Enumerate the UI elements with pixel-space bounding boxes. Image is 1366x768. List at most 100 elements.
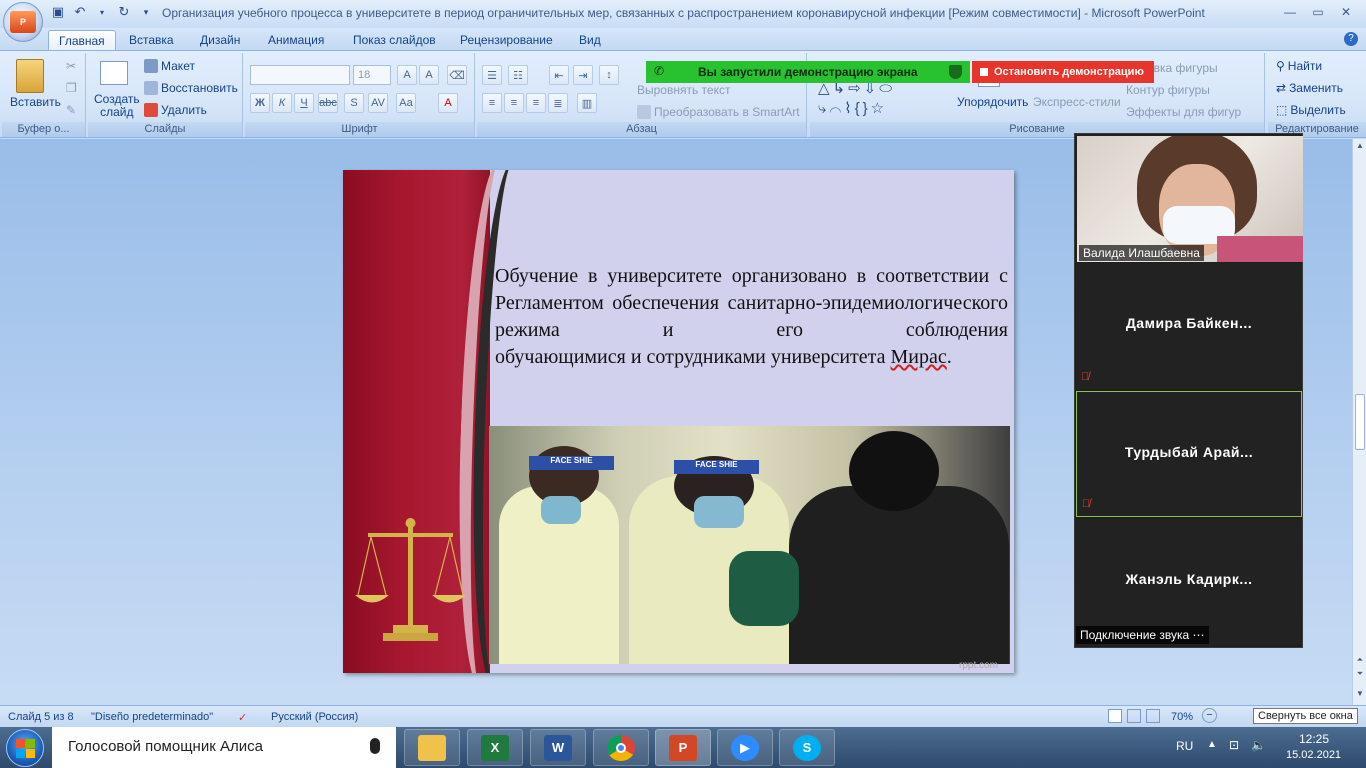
underline-icon[interactable]: Ч: [294, 93, 314, 113]
slide-photo[interactable]: FACE SHIE FACE SHIE: [489, 426, 1010, 664]
maximize-icon[interactable]: ▭: [1304, 3, 1332, 21]
line-spacing-icon[interactable]: ↕: [599, 65, 619, 85]
reset-button[interactable]: Восстановить: [144, 81, 238, 95]
replace-button[interactable]: ⇄ Заменить: [1276, 81, 1343, 95]
format-painter-icon[interactable]: ✎: [66, 103, 76, 117]
shape-effects-button[interactable]: Эффекты для фигур: [1126, 105, 1241, 119]
bold-icon[interactable]: Ж: [250, 93, 270, 113]
select-button[interactable]: ⬚ Выделить: [1276, 103, 1346, 117]
justify-icon[interactable]: ≣: [548, 93, 568, 113]
tab-slideshow[interactable]: Показ слайдов: [343, 30, 446, 50]
participant-tile-active[interactable]: Турдыбай Арай... 🎙̸: [1076, 391, 1302, 517]
dropdown-icon[interactable]: ▾: [94, 4, 110, 20]
char-spacing-icon[interactable]: AV: [368, 93, 388, 113]
minimize-icon[interactable]: —: [1276, 3, 1304, 21]
taskbar-skype[interactable]: S: [779, 729, 835, 766]
cut-icon[interactable]: ✂: [66, 59, 76, 73]
network-icon[interactable]: ⊡: [1229, 738, 1239, 752]
zoom-out-icon[interactable]: −: [1202, 708, 1217, 723]
find-button[interactable]: ⚲ Найти: [1276, 59, 1322, 73]
prev-slide-icon[interactable]: ⏶: [1353, 655, 1366, 667]
paste-icon[interactable]: [16, 59, 44, 93]
clock-date[interactable]: 15.02.2021: [1286, 749, 1341, 761]
zoom-sharing-banner[interactable]: ✆ Вы запустили демонстрацию экрана: [646, 61, 970, 83]
delete-button[interactable]: Удалить: [144, 103, 207, 117]
theme-name[interactable]: "Diseño predeterminado": [91, 711, 213, 723]
office-button[interactable]: P: [3, 2, 43, 42]
arrange-button[interactable]: Упорядочить: [957, 95, 1028, 109]
participant-tile[interactable]: Дамира Байкен... 🎙̸: [1076, 263, 1302, 389]
strikethrough-icon[interactable]: abc: [318, 93, 338, 113]
taskbar-excel[interactable]: X: [467, 729, 523, 766]
customize-qat-icon[interactable]: ▾: [138, 4, 154, 20]
increase-indent-icon[interactable]: ⇥: [573, 65, 593, 85]
decrease-indent-icon[interactable]: ⇤: [549, 65, 569, 85]
font-size-combo[interactable]: 18: [353, 65, 391, 85]
word-icon: W: [544, 734, 572, 761]
grow-font-icon[interactable]: A: [397, 65, 417, 85]
normal-view-icon[interactable]: [1108, 709, 1122, 723]
tab-insert[interactable]: Вставка: [119, 30, 184, 50]
font-name-combo[interactable]: [250, 65, 350, 85]
change-case-icon[interactable]: Aa: [396, 93, 416, 113]
clock-time[interactable]: 12:25: [1299, 732, 1329, 746]
participant-tile-video[interactable]: Валида Илашбаевна: [1076, 135, 1303, 262]
spellcheck-icon[interactable]: ✓: [238, 711, 247, 724]
help-icon[interactable]: ?: [1344, 32, 1358, 46]
slide-sorter-icon[interactable]: [1127, 709, 1141, 723]
layout-button[interactable]: Макет: [144, 59, 195, 73]
slide-body-text[interactable]: Обучение в университете организовано в с…: [495, 263, 1008, 371]
scroll-thumb[interactable]: [1355, 394, 1365, 450]
save-icon[interactable]: ▣: [50, 4, 66, 20]
join-audio-button[interactable]: Подключение звука ⋯: [1076, 626, 1209, 644]
align-right-icon[interactable]: ≡: [526, 93, 546, 113]
copy-icon[interactable]: ❐: [66, 81, 77, 95]
align-text-button[interactable]: Выровнять текст: [637, 83, 730, 97]
taskbar-zoom[interactable]: ▶: [717, 729, 773, 766]
redo-icon[interactable]: ↻: [116, 4, 132, 20]
start-button[interactable]: [6, 729, 44, 767]
tab-animation[interactable]: Анимация: [258, 30, 334, 50]
quick-styles-button[interactable]: Экспресс-стили: [1033, 95, 1121, 109]
bullets-icon[interactable]: ☰: [482, 65, 502, 85]
alice-search-box[interactable]: Голосовой помощник Алиса: [52, 727, 396, 768]
taskbar-word[interactable]: W: [530, 729, 586, 766]
font-color-icon[interactable]: A: [438, 93, 458, 113]
show-hidden-icon[interactable]: ▲: [1207, 739, 1217, 750]
taskbar-explorer[interactable]: [404, 729, 460, 766]
shape-outline-button[interactable]: Контур фигуры: [1126, 83, 1210, 97]
close-icon[interactable]: ✕: [1332, 3, 1360, 21]
smartart-button[interactable]: Преобразовать в SmartArt: [637, 105, 800, 119]
stop-share-button[interactable]: Остановить демонстрацию: [972, 61, 1154, 83]
italic-icon[interactable]: К: [272, 93, 292, 113]
volume-icon[interactable]: 🔈: [1251, 738, 1266, 752]
tab-review[interactable]: Рецензирование: [450, 30, 563, 50]
align-center-icon[interactable]: ≡: [504, 93, 524, 113]
scroll-up-icon[interactable]: ▲: [1353, 141, 1366, 153]
new-slide-icon[interactable]: [100, 61, 128, 85]
new-slide-button[interactable]: Создать слайд: [94, 93, 140, 119]
undo-icon[interactable]: ↶: [72, 4, 88, 20]
tab-design[interactable]: Дизайн: [190, 30, 250, 50]
slideshow-view-icon[interactable]: [1146, 709, 1160, 723]
scroll-down-icon[interactable]: ▼: [1353, 689, 1366, 701]
shrink-font-icon[interactable]: A: [419, 65, 439, 85]
microphone-icon[interactable]: [370, 738, 380, 754]
columns-icon[interactable]: ▥: [577, 93, 597, 113]
tab-view[interactable]: Вид: [569, 30, 611, 50]
shapes-gallery[interactable]: △↳⇨⇩⬭ ⤷⌒⌇{}☆: [818, 79, 948, 119]
paste-button[interactable]: Вставить: [10, 95, 61, 109]
slide-canvas[interactable]: Обучение в университете организовано в с…: [343, 170, 1014, 673]
vertical-scrollbar[interactable]: ▲ ⏶ ⏷ ▼: [1352, 139, 1366, 705]
taskbar-chrome[interactable]: [593, 729, 649, 766]
language-tray[interactable]: RU: [1176, 739, 1193, 753]
align-left-icon[interactable]: ≡: [482, 93, 502, 113]
shadow-icon[interactable]: S: [344, 93, 364, 113]
numbering-icon[interactable]: ☷: [508, 65, 528, 85]
language-indicator[interactable]: Русский (Россия): [271, 711, 358, 723]
zoom-level[interactable]: 70%: [1171, 711, 1193, 723]
tab-home[interactable]: Главная: [48, 30, 116, 50]
taskbar-powerpoint[interactable]: P: [655, 729, 711, 766]
next-slide-icon[interactable]: ⏷: [1353, 669, 1366, 681]
clear-format-icon[interactable]: ⌫: [447, 65, 467, 85]
